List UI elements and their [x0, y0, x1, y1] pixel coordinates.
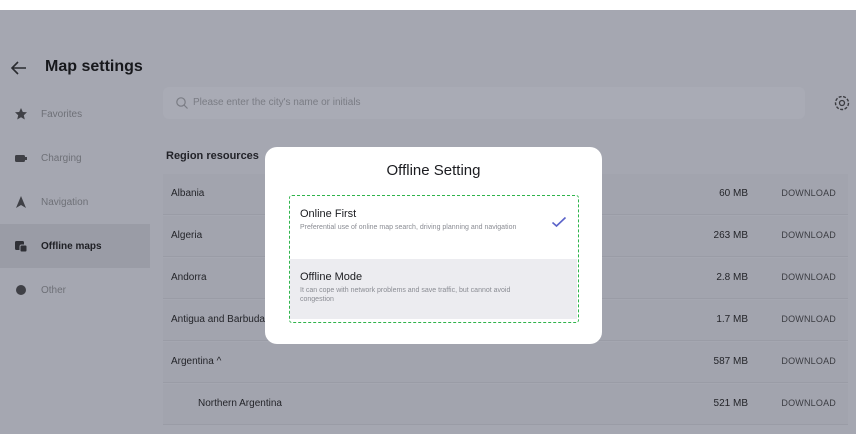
- file-size: 263 MB: [713, 230, 748, 241]
- list-item[interactable]: Argentina ^ 587 MB DOWNLOAD: [163, 342, 848, 383]
- page-title: Map settings: [45, 58, 143, 75]
- region-name: Northern Argentina: [198, 398, 282, 409]
- sidebar-item-label: Navigation: [41, 196, 89, 208]
- sidebar-item-favorites[interactable]: Favorites: [0, 92, 150, 136]
- sidebar-item-navigation[interactable]: Navigation: [0, 180, 150, 224]
- sidebar-item-label: Favorites: [41, 108, 83, 120]
- sidebar-item-label: Charging: [41, 152, 82, 164]
- navigation-arrow-icon: [14, 195, 28, 209]
- sidebar-item-label: Other: [41, 284, 67, 296]
- region-name: Algeria: [171, 230, 203, 241]
- region-name: Argentina ^: [171, 356, 222, 367]
- option-description: It can cope with network problems and sa…: [300, 287, 511, 303]
- sidebar-item-label: Offline maps: [41, 240, 102, 252]
- sidebar-item-other[interactable]: Other: [0, 268, 150, 312]
- search-icon: [176, 97, 188, 109]
- offline-maps-icon: [14, 239, 28, 253]
- file-size: 587 MB: [713, 356, 748, 367]
- option-group: Online First Preferential use of online …: [289, 195, 579, 323]
- option-online-first[interactable]: Online First Preferential use of online …: [290, 196, 577, 256]
- other-dot-icon: [14, 283, 28, 297]
- dialog-title: Offline Setting: [386, 162, 481, 179]
- file-size: 60 MB: [719, 188, 748, 199]
- download-button[interactable]: DOWNLOAD: [781, 272, 836, 282]
- file-size: 2.8 MB: [716, 272, 748, 283]
- search-input[interactable]: Please enter the city's name or initials: [163, 87, 805, 119]
- checkmark-icon: [551, 216, 567, 228]
- sidebar-item-offline-maps[interactable]: Offline maps: [0, 224, 150, 268]
- option-title: Offline Mode: [300, 271, 363, 283]
- list-item[interactable]: Northern Argentina 521 MB DOWNLOAD: [163, 384, 848, 425]
- file-size: 1.7 MB: [716, 314, 748, 325]
- search-placeholder: Please enter the city's name or initials: [193, 97, 361, 108]
- charging-icon: [14, 151, 28, 165]
- option-offline-mode[interactable]: Offline Mode It can cope with network pr…: [290, 259, 577, 319]
- option-description: Preferential use of online map search, d…: [300, 224, 517, 231]
- option-title: Online First: [300, 208, 357, 220]
- offline-setting-dialog: Offline Setting Online First Preferentia…: [265, 147, 602, 344]
- top-strip: [0, 0, 856, 10]
- download-button[interactable]: DOWNLOAD: [781, 188, 836, 198]
- region-name: Antigua and Barbuda: [171, 314, 265, 325]
- region-name: Albania: [171, 188, 205, 199]
- section-title: Region resources: [166, 150, 259, 162]
- gear-icon[interactable]: [832, 93, 852, 113]
- file-size: 521 MB: [713, 398, 748, 409]
- sidebar-item-charging[interactable]: Charging: [0, 136, 150, 180]
- download-button[interactable]: DOWNLOAD: [781, 356, 836, 366]
- back-arrow-icon[interactable]: [8, 57, 30, 79]
- region-name: Andorra: [171, 272, 207, 283]
- download-button[interactable]: DOWNLOAD: [781, 398, 836, 408]
- download-button[interactable]: DOWNLOAD: [781, 230, 836, 240]
- star-icon: [14, 107, 28, 121]
- download-button[interactable]: DOWNLOAD: [781, 314, 836, 324]
